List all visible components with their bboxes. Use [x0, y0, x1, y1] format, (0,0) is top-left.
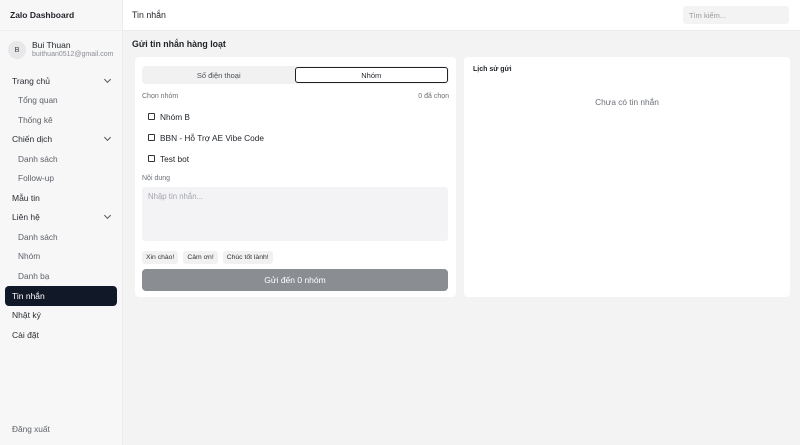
sidebar: Zalo Dashboard B Bui Thuan buithuan0512@…: [0, 0, 123, 445]
sidebar-item-log[interactable]: Nhật ký: [0, 306, 122, 326]
sidebar-item-phonebook[interactable]: Danh bạ: [0, 266, 122, 286]
tab-group[interactable]: Nhóm: [294, 67, 448, 83]
list-item[interactable]: Test bot: [142, 148, 449, 169]
quick-reply-chip[interactable]: Xin chào!: [142, 251, 179, 264]
avatar: B: [8, 40, 26, 59]
recipient-type-toggle: Số điện thoại Nhóm: [142, 66, 449, 84]
sidebar-item-messages[interactable]: Tin nhắn: [5, 285, 117, 306]
history-title: Lịch sử gửi: [473, 66, 512, 73]
compose-card: Số điện thoại Nhóm Chọn nhóm 0 đã chọn N…: [135, 57, 456, 297]
topbar: Tin nhắn Tìm kiếm...: [123, 0, 800, 31]
group-checkbox[interactable]: [148, 155, 155, 162]
user-info: Bui Thuan buithuan0512@gmail.com: [32, 40, 113, 60]
chevron-down-icon: [103, 75, 112, 83]
choose-group-label: Chọn nhóm: [142, 93, 179, 100]
history-card: Lịch sử gửi Chưa có tin nhắn: [464, 57, 790, 297]
sidebar-item-campaigns[interactable]: Chiến dịch: [0, 130, 122, 150]
user-email: buithuan0512@gmail.com: [32, 50, 114, 58]
list-item[interactable]: Nhóm B: [142, 106, 449, 127]
sidebar-item-followup[interactable]: Follow-up: [0, 169, 122, 189]
sidebar-item-contacts[interactable]: Liên hệ: [0, 208, 122, 228]
topbar-title: Tin nhắn: [132, 10, 166, 20]
sidebar-item-label: Nhật ký: [12, 310, 41, 321]
message-input[interactable]: Nhập tin nhắn...: [142, 187, 448, 241]
selected-count: 0 đã chọn: [418, 93, 449, 100]
user-profile: B Bui Thuan buithuan0512@gmail.com: [0, 31, 122, 62]
page-title: Gửi tin nhắn hàng loạt: [132, 39, 226, 49]
group-list: Nhóm B BBN - Hỗ Trợ AE Vibe Code Test bo…: [142, 106, 449, 169]
sidebar-item-label: Trang chủ: [12, 75, 50, 86]
sidebar-item-stats[interactable]: Thống kê: [0, 110, 122, 130]
quick-replies: Xin chào! Cảm ơn! Chúc tốt lành!: [142, 251, 449, 264]
list-item[interactable]: BBN - Hỗ Trợ AE Vibe Code: [142, 127, 449, 148]
sidebar-item-contact-list[interactable]: Danh sách: [0, 227, 122, 247]
chevron-down-icon: [103, 134, 112, 142]
logout-button[interactable]: Đăng xuất: [12, 424, 50, 434]
sidebar-item-label: Liên hệ: [12, 212, 40, 223]
sidebar-item-label: Cài đặt: [12, 329, 39, 340]
sidebar-item-label: Chiến dịch: [12, 134, 53, 145]
sidebar-nav: Trang chủ Tổng quan Thống kê Chiến dịch …: [0, 62, 122, 345]
main-content: Tin nhắn Tìm kiếm... Gửi tin nhắn hàng l…: [123, 0, 800, 445]
sidebar-item-home[interactable]: Trang chủ: [0, 71, 122, 91]
send-button[interactable]: Gửi đến 0 nhóm: [142, 269, 448, 291]
group-checkbox[interactable]: [148, 134, 155, 141]
content-label: Nội dung: [142, 175, 171, 182]
sidebar-item-contact-groups[interactable]: Nhóm: [0, 247, 122, 267]
group-select-header: Chọn nhóm 0 đã chọn: [142, 93, 449, 100]
group-name: BBN - Hỗ Trợ AE Vibe Code: [160, 132, 264, 143]
app-root: Zalo Dashboard B Bui Thuan buithuan0512@…: [0, 0, 800, 445]
tab-phone-number[interactable]: Số điện thoại: [143, 67, 295, 83]
sidebar-item-label: Mẫu tin: [12, 192, 40, 203]
quick-reply-chip[interactable]: Cảm ơn!: [183, 251, 218, 264]
group-name: Test bot: [160, 153, 190, 164]
sidebar-item-overview[interactable]: Tổng quan: [0, 91, 122, 111]
sidebar-item-label: Tin nhắn: [12, 290, 45, 301]
search-input[interactable]: Tìm kiếm...: [683, 6, 789, 24]
sidebar-item-campaign-list[interactable]: Danh sách: [0, 149, 122, 169]
user-name: Bui Thuan: [32, 39, 71, 50]
quick-reply-chip[interactable]: Chúc tốt lành!: [222, 251, 273, 264]
group-checkbox[interactable]: [148, 113, 155, 120]
sidebar-item-templates[interactable]: Mẫu tin: [0, 188, 122, 208]
brand-title: Zalo Dashboard: [0, 0, 122, 31]
sidebar-item-settings[interactable]: Cài đặt: [0, 325, 122, 345]
chevron-down-icon: [103, 212, 112, 220]
group-name: Nhóm B: [160, 111, 190, 122]
history-empty-state: Chưa có tin nhắn: [595, 97, 659, 107]
